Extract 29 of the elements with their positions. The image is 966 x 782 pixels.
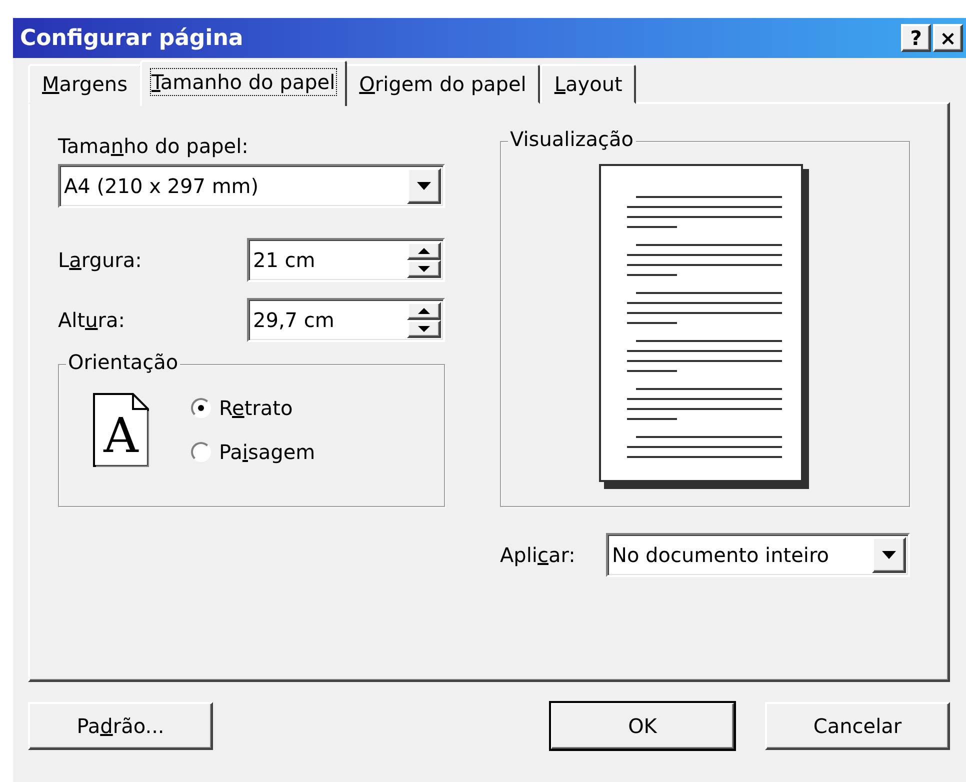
up-arrow-icon[interactable] bbox=[418, 248, 430, 254]
dialog-button[interactable]: Cancelar bbox=[765, 702, 950, 750]
up-arrow-icon[interactable] bbox=[418, 308, 430, 314]
radio-button[interactable] bbox=[191, 442, 211, 462]
down-arrow-icon[interactable] bbox=[418, 266, 430, 272]
field-label: Aplicar: bbox=[500, 543, 576, 567]
radio-button[interactable] bbox=[191, 398, 211, 418]
spin-field[interactable]: 21 cm bbox=[247, 238, 445, 282]
title-bar-button[interactable]: × bbox=[933, 24, 963, 52]
window-title: Configurar página bbox=[20, 26, 244, 50]
field-label: Altura: bbox=[58, 308, 125, 332]
field-label: Tamanho do papel: bbox=[58, 134, 250, 158]
dropdown-field[interactable]: No documento inteiro bbox=[606, 533, 910, 577]
field-label: Largura: bbox=[58, 248, 142, 272]
dropdown-arrow-icon[interactable] bbox=[882, 551, 896, 559]
tab[interactable]: Margens bbox=[28, 64, 142, 104]
tab[interactable]: Origem do papel bbox=[345, 64, 540, 104]
dialog-button[interactable]: Padrão... bbox=[28, 702, 213, 750]
tab[interactable]: Layout bbox=[540, 64, 636, 104]
portrait-page-icon: A bbox=[93, 393, 149, 467]
radio-label[interactable]: Retrato bbox=[219, 396, 293, 420]
dropdown-field[interactable]: A4 (210 x 297 mm) bbox=[58, 164, 445, 208]
down-arrow-icon[interactable] bbox=[418, 326, 430, 332]
radio-label[interactable]: Paisagem bbox=[219, 440, 316, 464]
title-bar-button[interactable]: ? bbox=[901, 24, 931, 52]
spin-field[interactable]: 29,7 cm bbox=[247, 298, 445, 342]
dropdown-arrow-icon[interactable] bbox=[417, 182, 431, 190]
dialog-button[interactable]: OK bbox=[550, 702, 735, 750]
tab[interactable]: Tamanho do papel bbox=[140, 60, 348, 106]
